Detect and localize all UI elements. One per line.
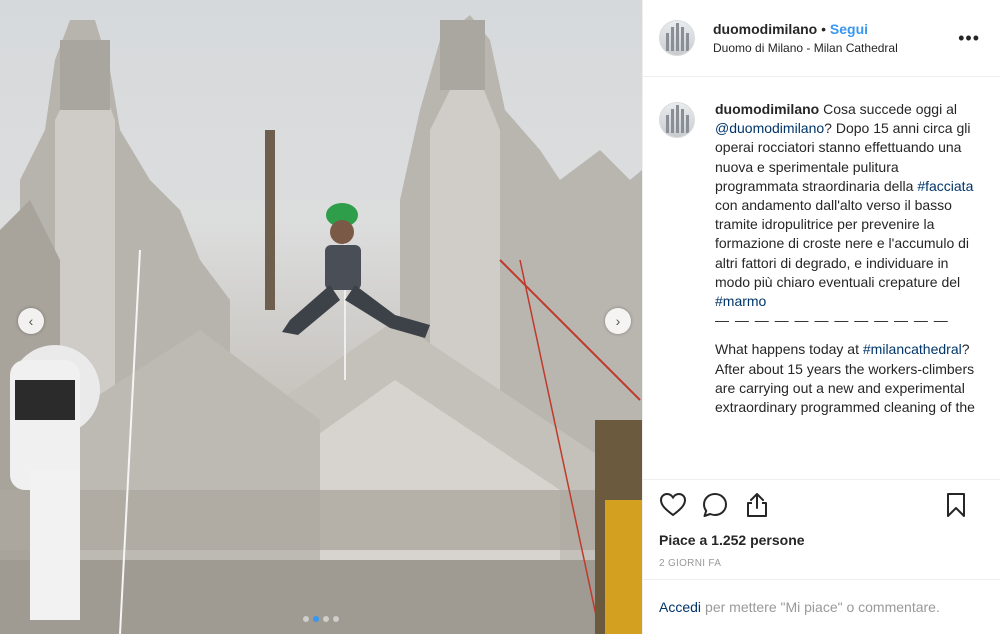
login-link[interactable]: Accedi bbox=[659, 599, 701, 615]
caption-divider: — — — — — — — — — — — — bbox=[715, 312, 949, 329]
chevron-left-icon: ‹ bbox=[28, 313, 34, 329]
caption-text-part: What happens today at bbox=[715, 341, 859, 358]
post-side-panel: duomodimilano • Segui Duomo di Milano - … bbox=[642, 0, 1000, 634]
caption-area[interactable]: duomodimilano Cosa succede oggi al @duom… bbox=[643, 78, 1000, 478]
separator-dot: • bbox=[821, 21, 827, 37]
likes-count[interactable]: Piace a 1.252 persone bbox=[659, 532, 984, 548]
share-icon[interactable] bbox=[743, 491, 771, 519]
previous-photo-button[interactable]: ‹ bbox=[18, 308, 44, 334]
more-options-icon[interactable]: ••• bbox=[958, 28, 980, 49]
comment-icon[interactable] bbox=[701, 491, 729, 519]
carousel-dot bbox=[333, 616, 339, 622]
login-prompt: Accedi per mettere "Mi piace" o commenta… bbox=[643, 579, 1000, 634]
avatar[interactable] bbox=[659, 102, 695, 138]
post-actions: Piace a 1.252 persone 2 GIORNI FA bbox=[643, 479, 1000, 569]
mention-link[interactable]: @duomodimilano bbox=[715, 120, 824, 136]
caption-username[interactable]: duomodimilano bbox=[715, 101, 819, 117]
post-header: duomodimilano • Segui Duomo di Milano - … bbox=[643, 0, 1000, 77]
chevron-right-icon: › bbox=[615, 313, 621, 329]
caption-comment: duomodimilano Cosa succede oggi al @duom… bbox=[659, 100, 984, 417]
carousel-dot bbox=[323, 616, 329, 622]
bookmark-icon[interactable] bbox=[942, 491, 970, 519]
avatar[interactable] bbox=[659, 20, 695, 56]
location-link[interactable]: Duomo di Milano - Milan Cathedral bbox=[713, 41, 898, 55]
carousel-dot bbox=[303, 616, 309, 622]
post-timestamp[interactable]: 2 GIORNI FA bbox=[659, 558, 984, 569]
username-link[interactable]: duomodimilano bbox=[713, 21, 817, 37]
login-prompt-text: per mettere "Mi piace" o commentare. bbox=[705, 599, 940, 615]
carousel-indicator bbox=[0, 616, 642, 622]
hashtag-link-marmo[interactable]: #marmo bbox=[715, 293, 766, 309]
follow-button[interactable]: Segui bbox=[830, 21, 868, 37]
hashtag-link-milancathedral[interactable]: #milancathedral bbox=[863, 341, 962, 357]
carousel-dot-active bbox=[313, 616, 319, 622]
hashtag-link-facciata[interactable]: #facciata bbox=[917, 178, 973, 194]
caption-text: duomodimilano Cosa succede oggi al @duom… bbox=[715, 100, 977, 417]
caption-text-part: Cosa succede oggi al bbox=[823, 101, 957, 117]
next-photo-button[interactable]: › bbox=[605, 308, 631, 334]
heart-icon[interactable] bbox=[659, 491, 687, 519]
cathedral-facade-image bbox=[0, 15, 642, 634]
post-photo[interactable]: ‹ › bbox=[0, 0, 642, 634]
caption-text-part: con andamento dall'alto verso il basso t… bbox=[715, 197, 970, 290]
